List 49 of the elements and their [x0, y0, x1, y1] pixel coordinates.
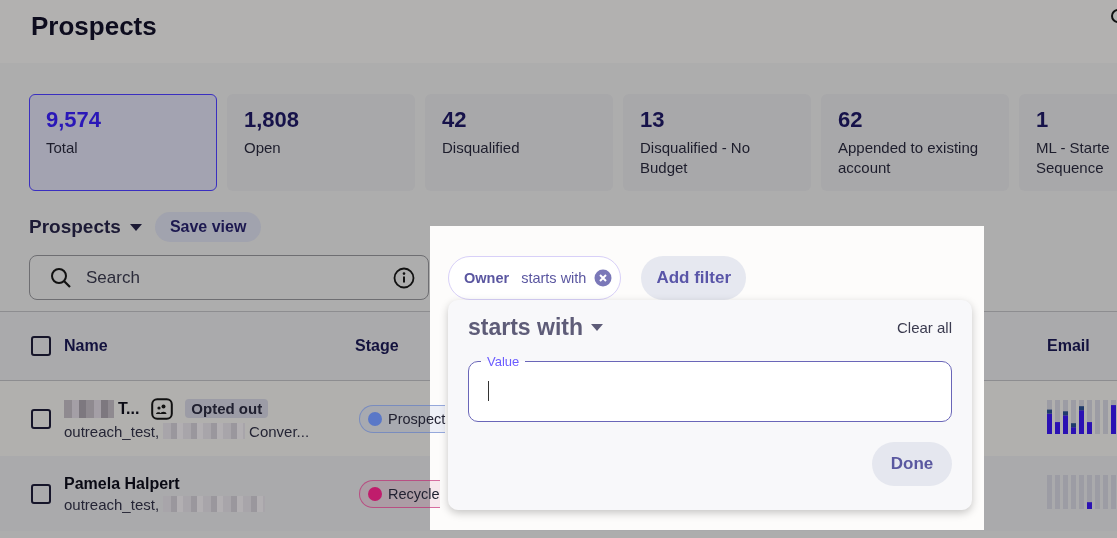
search-icon	[50, 266, 72, 289]
search-field[interactable]: Search	[84, 266, 381, 289]
view-dropdown[interactable]: Prospects	[29, 216, 143, 238]
remove-icon[interactable]	[594, 269, 613, 287]
stat-card[interactable]: 42 Disqualified	[425, 94, 613, 191]
filter-chip[interactable]: Owner starts with	[448, 256, 622, 300]
column-header: Stage	[355, 337, 399, 354]
clear-all-button[interactable]: Clear all	[896, 319, 952, 336]
prospect-details: outreach_test,	[64, 495, 160, 513]
row-checkbox[interactable]	[31, 408, 51, 429]
value-field[interactable]: Value	[468, 354, 952, 422]
column-header: Name	[64, 337, 108, 355]
stat-label: ML - Starte Sequence	[1036, 138, 1110, 178]
stat-value: 13	[640, 107, 665, 133]
prospect-name[interactable]: Pamela Halpert	[64, 474, 180, 493]
caret-icon	[591, 323, 604, 332]
stat-label: Disqualified - No Budget	[640, 138, 751, 178]
info-icon[interactable]	[393, 266, 415, 289]
row-checkbox[interactable]	[31, 483, 51, 504]
prospect-details: Conver...	[249, 422, 310, 440]
stat-value: 1	[1036, 107, 1049, 133]
select-all-checkbox[interactable]	[31, 336, 51, 356]
email-activity-drawing	[1047, 399, 1117, 434]
stat-label: Disqualified	[442, 138, 520, 158]
stat-value: 42	[442, 107, 467, 133]
search-icon[interactable]	[1109, 7, 1117, 26]
add-filter-button[interactable]: Add filter	[641, 256, 747, 300]
column-header: Email	[1047, 337, 1090, 354]
stat-value: 62	[838, 107, 863, 133]
stat-card[interactable]: 1,808 Open	[227, 94, 415, 191]
page-title: Prospects	[31, 11, 157, 42]
stat-label: Open	[244, 138, 281, 158]
stat-card[interactable]: 13 Disqualified - No Budget	[623, 94, 811, 191]
prospect-details: outreach_test,	[64, 422, 160, 440]
stat-value: 1,808	[244, 107, 300, 133]
stat-value: 9,574	[46, 107, 102, 133]
stat-card[interactable]: 9,574 Total	[29, 94, 217, 191]
caret-icon	[128, 222, 143, 232]
email-activity-drawing	[1047, 474, 1117, 509]
stat-card[interactable]: 62 Appended to existing account	[821, 94, 1009, 191]
stat-label: Total	[46, 138, 78, 158]
operator-dropdown[interactable]: starts with	[468, 314, 604, 341]
stat-card[interactable]: 1 ML - Starte Sequence	[1019, 94, 1117, 191]
done-button[interactable]: Done	[872, 442, 952, 486]
search-bar[interactable]: Search	[29, 255, 429, 300]
stat-label: Appended to existing account	[838, 138, 979, 178]
save-view-button[interactable]: Save view	[154, 212, 262, 242]
status-badge: Opted out	[185, 399, 269, 418]
prospect-name[interactable]: T...	[118, 399, 140, 418]
